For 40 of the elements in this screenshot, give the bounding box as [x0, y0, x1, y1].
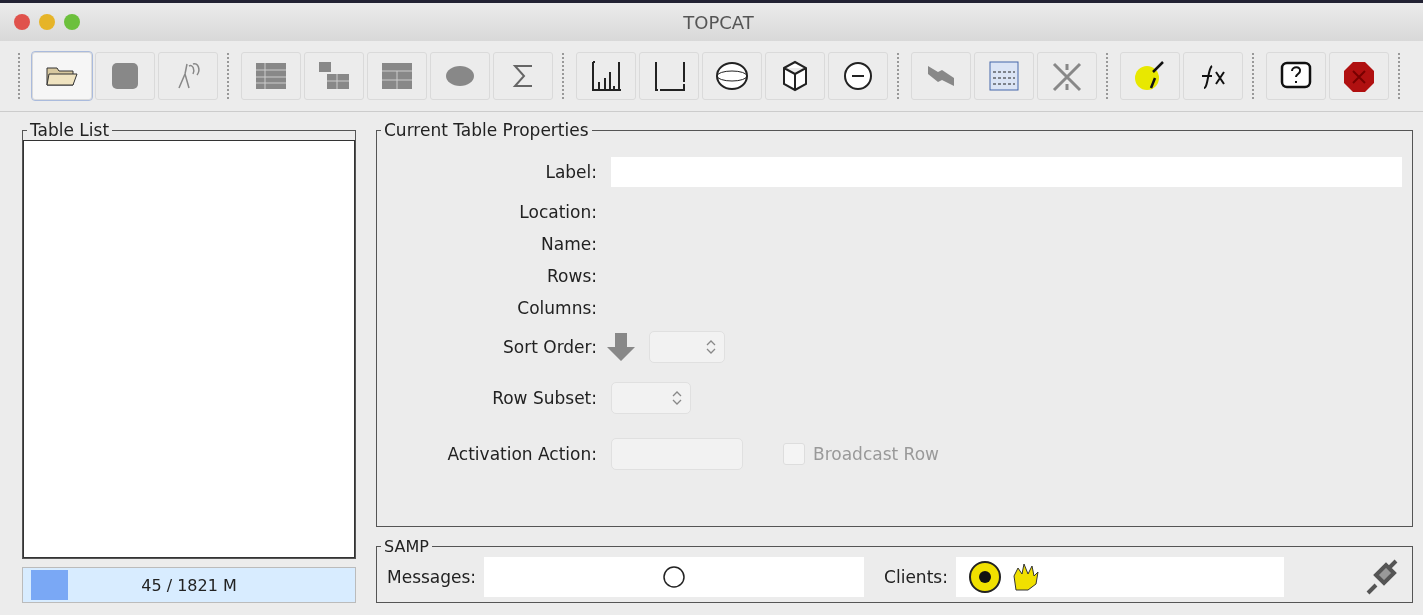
property-label: Name: [541, 233, 597, 256]
property-label: Location: [519, 201, 597, 224]
table-button[interactable] [241, 52, 301, 100]
open-folder-button[interactable] [32, 52, 92, 100]
sigma-button[interactable] [493, 52, 553, 100]
histogram-button[interactable] [576, 52, 636, 100]
panel-title: Current Table Properties [383, 120, 590, 140]
window-title: TOPCAT [683, 11, 754, 33]
messages-label: Messages: [387, 567, 477, 587]
window-list-button[interactable] [974, 52, 1034, 100]
subset-table-button[interactable] [304, 52, 364, 100]
spinner-arrows-icon [672, 390, 682, 406]
spinner-arrows-icon [706, 339, 716, 355]
circle-icon [662, 565, 687, 589]
cube-button[interactable] [765, 52, 825, 100]
help-button[interactable] [1266, 52, 1326, 100]
window-control-icon[interactable] [39, 14, 55, 30]
minus-circle-button[interactable] [828, 52, 888, 100]
property-label: Columns: [517, 297, 597, 320]
memory-reading: 45 / 1821 M [141, 575, 237, 595]
plot-axes-button[interactable] [639, 52, 699, 100]
field-label: Sort Order: [503, 336, 597, 359]
columns-button[interactable] [367, 52, 427, 100]
save-button[interactable] [95, 52, 155, 100]
sphere-button[interactable] [702, 52, 762, 100]
cross-arrows-button[interactable] [1037, 52, 1097, 100]
broadcast-figure-button[interactable] [158, 52, 218, 100]
field-label: Label: [545, 161, 597, 184]
ellipse-button[interactable] [430, 52, 490, 100]
field-label: Activation Action: [447, 443, 597, 466]
stop-button[interactable] [1329, 52, 1389, 100]
field-label: Row Subset: [492, 387, 597, 410]
window-control-icon[interactable] [14, 14, 30, 30]
clients-label: Clients: [884, 567, 948, 587]
hub-client-icon[interactable] [967, 560, 1002, 594]
property-label: Rows: [547, 265, 597, 288]
panel-title: Table List [29, 120, 111, 140]
window-control-icon[interactable] [64, 14, 80, 30]
panel-title: SAMP [383, 537, 430, 556]
function-button[interactable] [1183, 52, 1243, 100]
